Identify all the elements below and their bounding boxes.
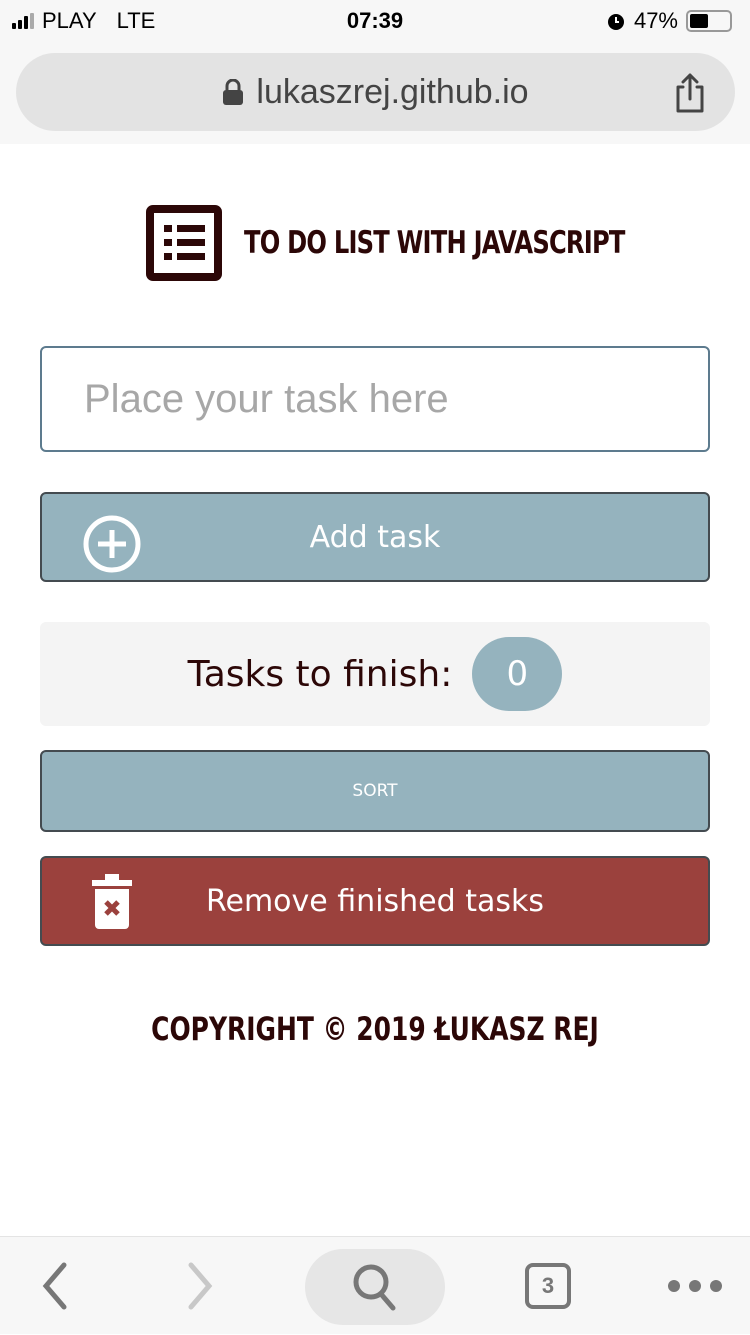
chevron-right-icon bbox=[188, 1262, 213, 1310]
search-button[interactable] bbox=[305, 1249, 445, 1325]
back-button[interactable] bbox=[30, 1237, 80, 1335]
app-header: TO DO LIST WITH JAVASCRIPT bbox=[146, 205, 732, 281]
forward-button[interactable] bbox=[175, 1237, 225, 1335]
add-task-label: Add task bbox=[309, 519, 441, 555]
counter-label: Tasks to finish: bbox=[187, 653, 453, 695]
trash-icon bbox=[92, 874, 132, 929]
tabs-button[interactable]: 3 bbox=[520, 1237, 576, 1335]
alarm-icon bbox=[607, 14, 624, 30]
add-task-button[interactable]: Add task bbox=[40, 492, 710, 582]
lock-icon bbox=[223, 79, 244, 105]
url-text: lukaszrej.github.io bbox=[256, 72, 529, 111]
search-icon bbox=[353, 1264, 396, 1311]
sort-button[interactable]: SORT bbox=[40, 750, 710, 832]
page-title: TO DO LIST WITH JAVASCRIPT bbox=[244, 225, 625, 261]
remove-finished-button[interactable]: Remove finished tasks bbox=[40, 856, 710, 946]
battery-icon bbox=[686, 10, 732, 32]
footer: COPYRIGHT © 2019 ŁUKASZ REJ bbox=[0, 1010, 750, 1048]
sort-label: SORT bbox=[352, 781, 398, 801]
more-button[interactable] bbox=[665, 1237, 725, 1335]
battery-percent: 47% bbox=[633, 8, 678, 33]
copyright: COPYRIGHT © 2019 ŁUKASZ REJ bbox=[151, 1010, 599, 1048]
plus-circle-icon bbox=[83, 515, 141, 573]
tabs-icon: 3 bbox=[525, 1263, 571, 1309]
browser-address-area: lukaszrej.github.io bbox=[0, 40, 750, 144]
status-bar: PLAY LTE 07:39 47% bbox=[0, 0, 750, 40]
task-input[interactable] bbox=[40, 346, 710, 452]
address-bar[interactable]: lukaszrej.github.io bbox=[16, 53, 735, 131]
share-icon[interactable] bbox=[673, 73, 707, 113]
more-icon bbox=[668, 1280, 722, 1292]
chevron-left-icon bbox=[42, 1262, 67, 1310]
browser-toolbar: 3 bbox=[0, 1236, 750, 1334]
remove-label: Remove finished tasks bbox=[206, 883, 544, 919]
counter-badge: 0 bbox=[472, 637, 563, 711]
tasks-counter: Tasks to finish: 0 bbox=[40, 622, 710, 726]
tabs-count: 3 bbox=[541, 1273, 555, 1298]
list-icon bbox=[146, 205, 222, 281]
